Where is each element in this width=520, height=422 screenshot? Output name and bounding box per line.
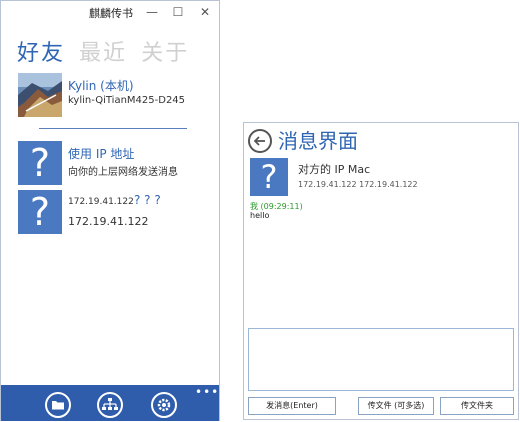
send-folder-button[interactable]: 传文件夹 [440,397,514,415]
title-bar: 麒麟传书 — ☐ ✕ [1,1,219,25]
unknown-avatar-icon: ? [18,190,62,234]
folder-icon[interactable] [45,392,71,418]
contact-self[interactable]: Kylin (本机) kylin-QiTianM425-D245 [18,73,208,117]
contact-unknown-name: ? ? ? [134,193,161,207]
avatar [18,73,62,117]
contact-unknown-ip-label: 172.19.41.122 [68,197,134,207]
tab-recent[interactable]: 最近 [79,35,127,67]
contact-unknown-ip: 172.19.41.122 [68,215,149,228]
contact-use-ip-desc: 向你的上层网络发送消息 [68,167,178,178]
contact-use-ip-name: 使用 IP 地址 [68,147,135,161]
maximize-button[interactable]: ☐ [168,3,188,21]
peer-ip-mac: 172.19.41.122 172.19.41.122 [298,180,418,189]
peer-info: ? 对方的 IP Mac 172.19.41.122 172.19.41.122 [250,158,450,198]
unknown-avatar-icon: ? [18,141,62,185]
tab-about[interactable]: 关于 [141,35,189,67]
bottom-toolbar: ••• [1,385,219,421]
network-icon[interactable] [97,392,123,418]
contact-self-host: kylin-QiTianM425-D245 [68,95,186,106]
main-window: 麒麟传书 — ☐ ✕ 好友 最近 关于 Kylin (本机) kylin-QiT… [0,0,220,421]
page-title: 消息界面 [278,129,358,153]
unknown-avatar-icon: ? [250,158,288,196]
close-button[interactable]: ✕ [195,3,215,21]
contact-unknown[interactable]: ? 172.19.41.122 ? ? ? 172.19.41.122 [18,190,208,234]
tab-bar: 好友 最近 关于 [17,35,198,67]
more-icon[interactable]: ••• [195,385,219,399]
minimize-button[interactable]: — [142,3,162,21]
message-text: hello [250,211,270,220]
message-window: 消息界面 ? 对方的 IP Mac 172.19.41.122 172.19.4… [243,122,519,420]
peer-name: 对方的 IP Mac [298,163,371,176]
contact-self-name: Kylin (本机) [68,79,134,93]
window-title: 麒麟传书 [89,7,133,20]
send-file-button[interactable]: 传文件 (可多选) [358,397,434,415]
message-input[interactable] [248,328,514,391]
gear-icon[interactable] [151,392,177,418]
arrow-left-icon [253,136,265,146]
tab-friends[interactable]: 好友 [17,35,65,67]
divider [39,128,187,129]
send-message-button[interactable]: 发消息(Enter) [248,397,336,415]
contact-use-ip[interactable]: ? 使用 IP 地址 向你的上层网络发送消息 [18,141,208,185]
back-button[interactable] [248,129,272,153]
